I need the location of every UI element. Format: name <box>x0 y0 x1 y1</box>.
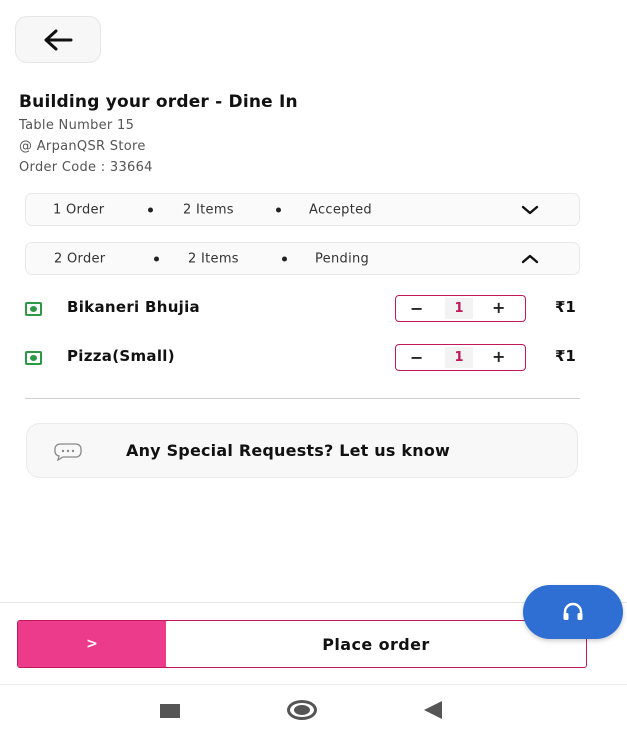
order-summary-1[interactable]: 1 Order 2 Items Accepted <box>25 193 580 226</box>
item-price: ₹1 <box>555 298 576 316</box>
order-label: 1 Order <box>53 202 105 217</box>
veg-indicator-icon <box>25 351 42 365</box>
increase-button[interactable]: + <box>492 347 505 366</box>
order-label: 2 Order <box>54 251 106 266</box>
cart-item: Pizza(Small) − 1 + ₹1 <box>25 343 585 373</box>
order-code: Order Code : 33664 <box>19 160 153 175</box>
item-price: ₹1 <box>555 347 576 365</box>
separator-dot <box>154 256 159 261</box>
separator-dot <box>282 256 287 261</box>
decrease-button[interactable]: − <box>410 299 423 318</box>
special-request-clip: Any Special Requests? Let us know <box>126 424 536 477</box>
special-request-label: Any Special Requests? Let us know <box>126 441 450 460</box>
quantity-stepper: − 1 + <box>395 344 526 371</box>
arrow-left-icon <box>44 29 73 50</box>
page-title: Building your order - Dine In <box>19 92 298 112</box>
separator-dot <box>148 207 153 212</box>
place-order-button[interactable]: Place order <box>166 621 586 667</box>
support-button[interactable] <box>523 585 623 639</box>
chevron-down-icon[interactable] <box>521 205 539 215</box>
place-order-arrow-button[interactable]: > <box>18 621 166 667</box>
back-button[interactable] <box>15 16 101 63</box>
home-icon[interactable] <box>287 700 317 720</box>
items-count: 2 Items <box>188 251 239 266</box>
chat-bubble-icon <box>54 443 82 461</box>
headset-icon <box>563 602 583 620</box>
system-nav-bar <box>0 684 627 748</box>
table-number: Table Number 15 <box>19 118 135 133</box>
increase-button[interactable]: + <box>492 298 505 317</box>
separator-dot <box>276 207 281 212</box>
order-status: Pending <box>315 251 370 266</box>
item-name: Bikaneri Bhujia <box>67 298 200 316</box>
order-status: Accepted <box>309 202 372 217</box>
place-order-bar: > Place order <box>17 620 587 668</box>
quantity-stepper: − 1 + <box>395 295 526 322</box>
chevron-up-icon[interactable] <box>521 254 539 264</box>
store-name: @ ArpanQSR Store <box>19 139 146 154</box>
recent-apps-icon[interactable] <box>160 704 180 718</box>
divider <box>25 398 580 399</box>
quantity-value: 1 <box>445 298 473 319</box>
cart-item: Bikaneri Bhujia − 1 + ₹1 <box>25 294 585 324</box>
quantity-value: 1 <box>445 347 473 368</box>
back-triangle-icon[interactable] <box>424 701 442 719</box>
veg-indicator-icon <box>25 302 42 316</box>
order-summary-2[interactable]: 2 Order 2 Items Pending <box>25 242 580 275</box>
special-request-input[interactable]: Any Special Requests? Let us know <box>26 423 578 478</box>
items-count: 2 Items <box>183 202 234 217</box>
item-name: Pizza(Small) <box>67 347 175 365</box>
decrease-button[interactable]: − <box>410 348 423 367</box>
